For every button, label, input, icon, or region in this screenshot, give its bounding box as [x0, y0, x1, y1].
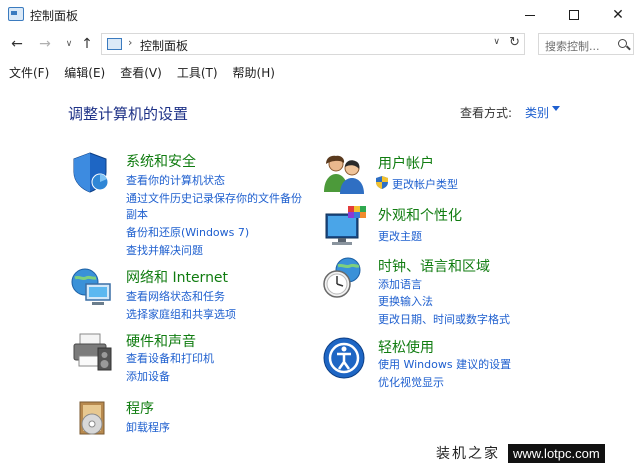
- network-globe-icon: [71, 268, 111, 305]
- page-title: 调整计算机的设置: [68, 105, 189, 123]
- control-panel-icon: [107, 38, 122, 50]
- watermark: 装机之家 www.lotpc.com: [436, 442, 605, 464]
- address-bar[interactable]: › 控制面板 ∨ ↻: [101, 33, 525, 55]
- navigation-bar: ← → ∨ ↑ › 控制面板 ∨ ↻ 搜索控制...: [0, 32, 640, 58]
- category-link[interactable]: 更换输入法: [378, 293, 433, 309]
- window-title: 控制面板: [30, 9, 79, 23]
- clock-globe-icon: [323, 257, 361, 298]
- printer-icon: [73, 333, 112, 371]
- users-icon: [324, 155, 364, 194]
- category-link[interactable]: 副本: [126, 206, 148, 222]
- caret-down-icon[interactable]: [552, 106, 560, 111]
- display-palette-icon: [325, 206, 366, 245]
- minimize-icon: [525, 14, 535, 16]
- programs-icon: [79, 401, 105, 435]
- maximize-button[interactable]: [552, 0, 596, 30]
- close-icon: ✕: [612, 7, 624, 23]
- control-panel-icon: [8, 7, 24, 21]
- category-link[interactable]: 更改帐户类型: [392, 176, 458, 192]
- category-link[interactable]: 更改主题: [378, 228, 422, 244]
- chevron-right-icon[interactable]: ›: [128, 36, 132, 49]
- view-by-dropdown[interactable]: 类别: [525, 104, 549, 121]
- chevron-down-icon[interactable]: ∨: [493, 37, 500, 47]
- recent-locations-button[interactable]: ∨: [60, 34, 78, 54]
- search-placeholder: 搜索控制...: [545, 40, 600, 53]
- search-icon: [618, 39, 627, 48]
- category-link[interactable]: 更改日期、时间或数字格式: [378, 311, 510, 327]
- category-link[interactable]: 添加语言: [378, 276, 422, 292]
- view-by-label: 查看方式:: [460, 106, 513, 120]
- category-title[interactable]: 网络和 Internet: [126, 267, 228, 287]
- up-button[interactable]: ↑: [78, 34, 96, 54]
- menu-view[interactable]: 查看(V): [120, 62, 162, 84]
- ease-of-access-icon: [323, 337, 365, 379]
- menu-tools[interactable]: 工具(T): [177, 62, 218, 84]
- category-link[interactable]: 查看设备和打印机: [126, 350, 214, 366]
- category-title[interactable]: 轻松使用: [378, 337, 434, 357]
- menu-bar: 文件(F) 编辑(E) 查看(V) 工具(T) 帮助(H): [0, 62, 281, 84]
- minimize-button[interactable]: [508, 0, 552, 30]
- shield-icon: [73, 152, 109, 193]
- category-title[interactable]: 程序: [126, 398, 154, 418]
- category-link[interactable]: 查看网络状态和任务: [126, 288, 225, 304]
- category-link[interactable]: 备份和还原(Windows 7): [126, 224, 249, 240]
- category-title[interactable]: 外观和个性化: [378, 205, 462, 225]
- category-link[interactable]: 通过文件历史记录保存你的文件备份: [126, 190, 302, 206]
- close-button[interactable]: ✕: [596, 0, 640, 30]
- category-link[interactable]: 添加设备: [126, 368, 170, 384]
- title-bar: 控制面板 ✕: [0, 0, 640, 30]
- category-title[interactable]: 用户帐户: [378, 153, 434, 173]
- category-link[interactable]: 优化视觉显示: [378, 374, 444, 390]
- category-title[interactable]: 硬件和声音: [126, 331, 196, 351]
- watermark-site-name: 装机之家: [436, 446, 500, 462]
- menu-help[interactable]: 帮助(H): [233, 62, 275, 84]
- category-link[interactable]: 卸载程序: [126, 419, 170, 435]
- forward-button[interactable]: →: [36, 34, 54, 54]
- category-title[interactable]: 系统和安全: [126, 151, 196, 171]
- category-link[interactable]: 使用 Windows 建议的设置: [378, 356, 511, 372]
- category-title[interactable]: 时钟、语言和区域: [378, 256, 490, 276]
- watermark-url: www.lotpc.com: [508, 443, 605, 463]
- maximize-icon: [569, 10, 579, 20]
- back-button[interactable]: ←: [8, 34, 26, 54]
- refresh-icon[interactable]: ↻: [509, 35, 520, 50]
- category-link[interactable]: 查看你的计算机状态: [126, 172, 225, 188]
- menu-edit[interactable]: 编辑(E): [64, 62, 105, 84]
- category-link[interactable]: 选择家庭组和共享选项: [126, 306, 236, 322]
- uac-shield-icon: [376, 176, 388, 189]
- menu-file[interactable]: 文件(F): [9, 62, 49, 84]
- address-path[interactable]: 控制面板: [140, 37, 188, 54]
- category-link[interactable]: 查找并解决问题: [126, 242, 203, 258]
- search-input[interactable]: 搜索控制...: [538, 33, 634, 55]
